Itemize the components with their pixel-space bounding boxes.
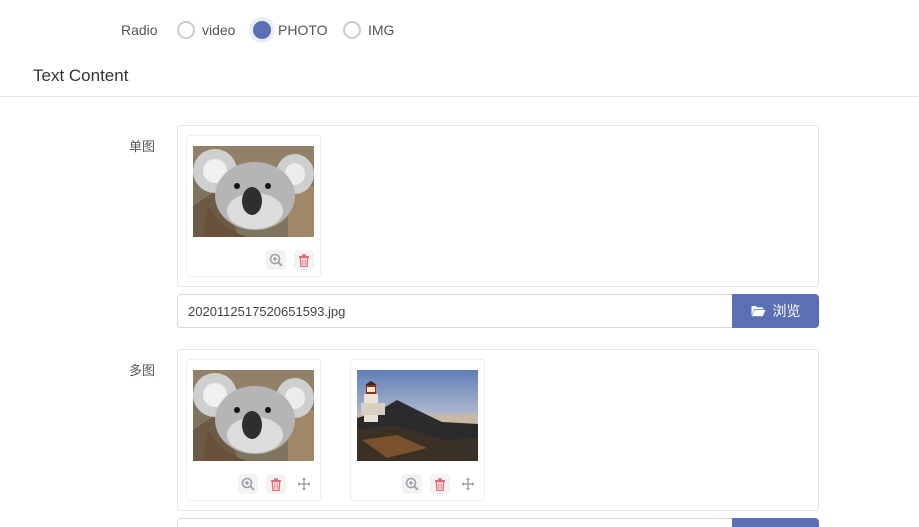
multi-browse-button[interactable] — [732, 518, 819, 527]
koala-image — [193, 146, 314, 237]
trash-icon[interactable] — [430, 474, 450, 494]
section-divider — [0, 96, 919, 97]
browse-button-label: 浏览 — [772, 303, 801, 319]
section-title: Text Content — [33, 66, 129, 85]
radio-button-img[interactable] — [343, 21, 361, 39]
single-image-filename-input[interactable] — [177, 294, 733, 328]
radio-group: Radio video PHOTO IMG — [0, 18, 919, 42]
thumbnail-actions — [402, 474, 478, 494]
radio-button-video[interactable] — [177, 21, 195, 39]
radio-button-photo[interactable] — [253, 21, 271, 39]
folder-open-icon — [751, 306, 765, 317]
thumbnail-actions — [238, 474, 314, 494]
image-thumbnail-card — [350, 359, 485, 501]
radio-option-label: video — [202, 22, 236, 38]
multi-image-preview-box — [177, 349, 819, 511]
single-image-preview-box — [177, 125, 819, 287]
single-image-label: 单图 — [129, 139, 156, 154]
zoom-icon[interactable] — [266, 250, 286, 270]
koala-image — [193, 370, 314, 461]
image-thumbnail-card — [186, 135, 321, 277]
radio-option-img[interactable]: IMG — [343, 20, 394, 40]
zoom-icon[interactable] — [402, 474, 422, 494]
radio-option-video[interactable]: video — [177, 20, 235, 40]
trash-icon[interactable] — [266, 474, 286, 494]
radio-option-label: IMG — [368, 22, 395, 38]
browse-button[interactable]: 浏览 — [732, 294, 819, 328]
move-icon[interactable] — [458, 474, 478, 494]
thumbnail-actions — [266, 250, 314, 270]
image-thumbnail-card — [186, 359, 321, 501]
lighthouse-image — [357, 370, 478, 461]
multi-image-filename-input[interactable] — [177, 518, 733, 527]
radio-option-label: PHOTO — [278, 22, 328, 38]
radio-option-photo[interactable]: PHOTO — [253, 20, 328, 40]
multi-image-label: 多图 — [129, 363, 156, 378]
zoom-icon[interactable] — [238, 474, 258, 494]
trash-icon[interactable] — [294, 250, 314, 270]
radio-group-label: Radio — [121, 22, 158, 38]
move-icon[interactable] — [294, 474, 314, 494]
